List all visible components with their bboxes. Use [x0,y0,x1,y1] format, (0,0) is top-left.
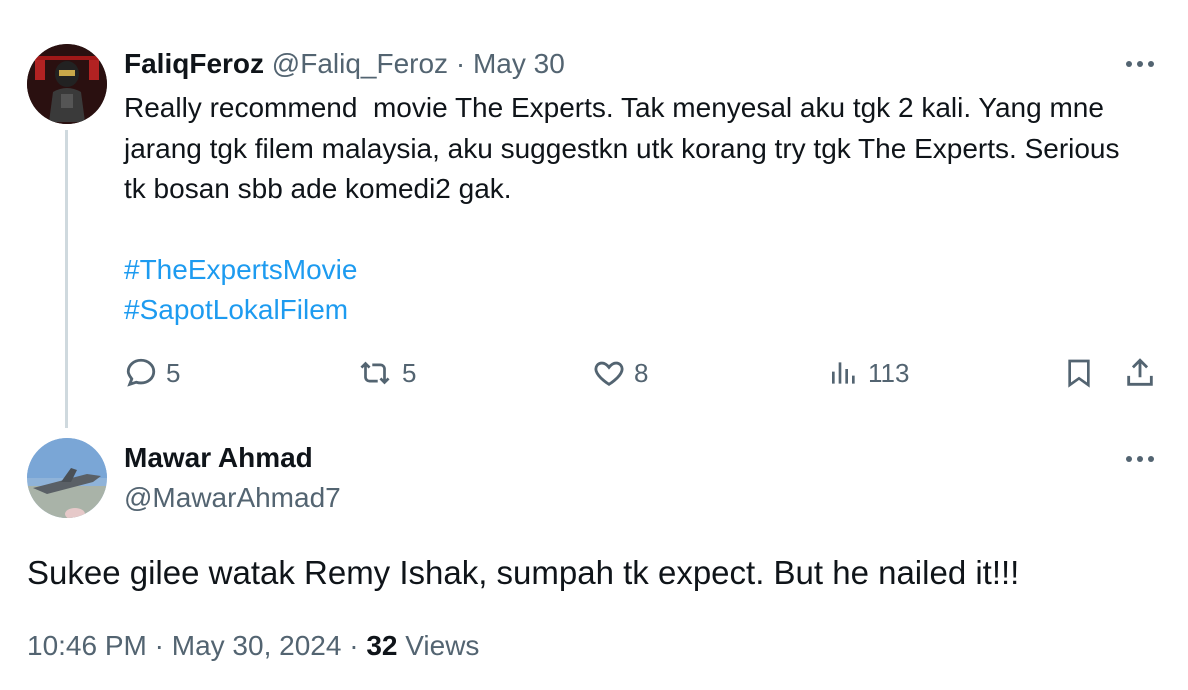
share-button[interactable] [1123,353,1157,393]
more-icon [1126,61,1154,67]
display-name[interactable]: FaliqFeroz [124,48,264,79]
views-icon [832,362,855,384]
hashtag-link[interactable]: #TheExpertsMovie [124,250,1134,291]
like-button[interactable]: 8 [592,353,648,393]
share-icon [1127,358,1153,386]
reply-count: 5 [166,357,181,388]
tweet-time[interactable]: 10:46 PM [27,630,147,661]
meta-separator: · [154,630,164,661]
reply-more-options-button[interactable] [1120,447,1160,471]
hashtag-link[interactable]: #SapotLokalFilem [124,290,1134,331]
repost-icon [360,361,390,385]
tweet-header: FaliqFeroz @Faliq_Feroz · May 30 [124,46,565,82]
reply-button[interactable]: 5 [124,353,180,393]
tweet-full-date[interactable]: May 30, 2024 [172,630,342,661]
tweet-actions: 5 5 8 113 [0,353,1188,393]
tweet-body: Really recommend movie The Experts. Tak … [124,92,1128,204]
reply-display-name[interactable]: Mawar Ahmad [124,440,341,476]
reply-header: Mawar Ahmad @MawarAhmad7 [124,440,341,516]
tweet-text: Really recommend movie The Experts. Tak … [124,88,1134,331]
like-count: 8 [634,357,649,388]
bookmark-button[interactable] [1063,353,1095,393]
more-options-button[interactable] [1120,52,1160,76]
reply-user-handle[interactable]: @MawarAhmad7 [124,480,341,516]
views-count: 113 [868,357,910,388]
tweet-date[interactable]: May 30 [473,48,565,79]
repost-button[interactable]: 5 [356,353,416,393]
views-label: Views [405,630,480,661]
views-button[interactable]: 113 [828,353,909,393]
avatar-faliqferoz[interactable] [27,44,107,124]
views-total: 32 [366,630,398,661]
like-icon [594,361,624,386]
repost-count: 5 [402,357,417,388]
reply-text: Sukee gilee watak Remy Ishak, sumpah tk … [27,554,1020,591]
avatar-mawarahmad[interactable] [27,438,107,518]
user-handle[interactable]: @Faliq_Feroz [272,48,448,79]
bookmark-icon [1068,359,1090,388]
header-separator: · [455,48,466,79]
reply-icon [126,358,156,387]
meta-separator: · [349,630,359,661]
more-icon [1126,456,1154,462]
tweet-meta: 10:46 PM · May 30, 2024 · 32 Views [27,626,479,666]
